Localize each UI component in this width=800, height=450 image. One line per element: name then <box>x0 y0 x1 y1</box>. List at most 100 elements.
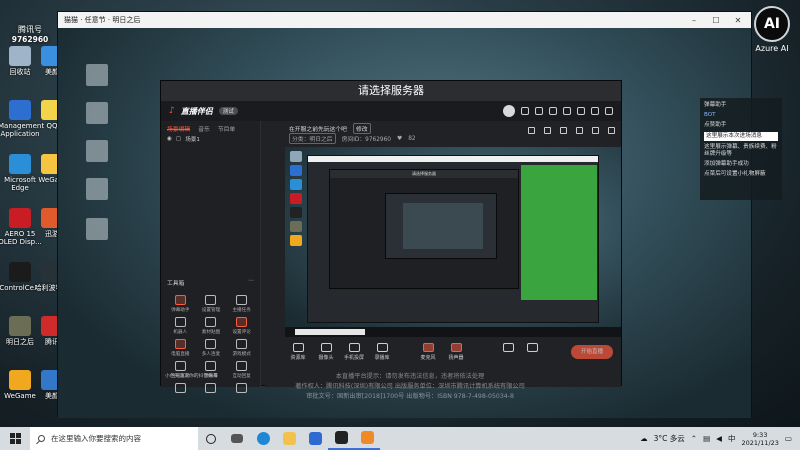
maximize-icon[interactable]: ☐ <box>709 16 723 25</box>
toolbox-item[interactable]: 设置管理 <box>196 295 227 313</box>
weather-text[interactable]: 3°C 多云 <box>654 433 685 444</box>
microphone-button[interactable]: 麦克风 <box>415 343 441 361</box>
toolbox-title: 工具箱 <box>167 281 185 287</box>
danmaku-chat-panel: 弹幕助手 BOT 点赞助手 这里展示本次进场消息 这里展示弹幕、贵族续费、粉丝牌… <box>700 98 782 200</box>
speaker-icon <box>450 343 462 352</box>
tray-expand-icon[interactable]: ⌃ <box>691 434 697 443</box>
chat-line: 添加弹幕助手成功 <box>704 161 749 167</box>
tool-icon <box>174 317 186 327</box>
azure-ai-logo[interactable]: AI Azure AI <box>748 6 796 53</box>
share-icon[interactable] <box>608 127 615 134</box>
app-orange-icon[interactable] <box>354 427 380 450</box>
btool-label: 摄像头 <box>318 355 334 361</box>
desktop-shortcut-icon <box>86 64 108 86</box>
watermark-title: 腾讯号 <box>18 25 42 34</box>
logo-badge: 测试 <box>218 107 238 115</box>
toolbox-item[interactable]: 机器人 <box>165 317 196 335</box>
cortana-icon[interactable] <box>198 427 224 450</box>
app-icon <box>9 262 31 282</box>
app-icon <box>9 100 31 120</box>
video-overlay-text: 本直播平台提示：请勿发布违法信息，违者将依法处理 著作权人：腾讯科技(深圳)有限… <box>130 372 690 402</box>
toolbox-item[interactable]: 游戏模式 <box>226 339 257 357</box>
close-icon[interactable] <box>605 107 613 115</box>
clock[interactable]: 9:33 2021/11/23 <box>741 431 778 447</box>
heart-icon[interactable] <box>549 107 557 115</box>
fullscreen-icon[interactable] <box>576 127 583 134</box>
bell-icon[interactable] <box>592 127 599 134</box>
tool-label: 机器人 <box>173 330 188 335</box>
search-icon <box>38 435 45 442</box>
tool-icon <box>174 295 186 305</box>
store-icon[interactable] <box>302 427 328 450</box>
toolbox-item[interactable]: 电脑直播 <box>165 339 196 357</box>
weather-icon[interactable]: ☁ <box>640 434 648 443</box>
video-window-title: 猫猫 · 任意节 · 明日之后 <box>64 16 141 24</box>
tab-program[interactable]: 节目单 <box>218 124 235 133</box>
heart-outline-icon[interactable] <box>560 127 567 134</box>
ai-logo-icon: AI <box>754 6 790 42</box>
file-explorer-icon[interactable] <box>276 427 302 450</box>
live-preview[interactable]: 请选择服务器 <box>285 147 621 337</box>
tool-icon <box>174 339 186 349</box>
btool-label: 麦克风 <box>420 355 436 361</box>
tool-label: 设置管理 <box>201 308 221 313</box>
preview-taskbar <box>285 327 621 337</box>
volume-icon[interactable]: ◀ <box>716 434 722 443</box>
btool-label: 录播库 <box>374 355 390 361</box>
tool-icon <box>205 361 217 371</box>
sidebar-tabs: 场景编辑 音乐 节目单 <box>161 121 260 133</box>
eye-icon[interactable]: ◉ <box>167 136 172 142</box>
video-window-titlebar: 猫猫 · 任意节 · 明日之后 – ☐ ✕ <box>58 12 751 28</box>
app-logo: 直播伴侣 <box>180 106 213 116</box>
taskbar-search[interactable]: 在这里输入你要搜索的内容 <box>30 427 198 450</box>
video-button[interactable] <box>495 343 521 354</box>
gift-box-icon[interactable] <box>544 127 551 134</box>
avatar[interactable] <box>503 105 515 117</box>
category-tag[interactable]: 分类：明日之后 <box>289 133 336 144</box>
overlay-line: 本直播平台提示：请勿发布违法信息，违者将依法处理 <box>335 373 485 380</box>
minimize-icon[interactable]: – <box>687 16 701 25</box>
app-icon <box>9 316 31 336</box>
tool-icon <box>205 339 217 349</box>
start-button[interactable] <box>0 427 30 450</box>
resource-library-button[interactable]: 资源库 <box>285 343 311 361</box>
toolbox-item[interactable]: 弹幕助手 <box>165 295 196 313</box>
mail-icon[interactable] <box>521 107 529 115</box>
settings-icon[interactable] <box>563 107 571 115</box>
language-indicator[interactable]: 中 <box>728 433 736 444</box>
task-view-icon[interactable] <box>224 427 250 450</box>
toolbox-item[interactable]: 多人连麦 <box>196 339 227 357</box>
live-companion-icon[interactable] <box>328 427 354 450</box>
maximize-icon[interactable] <box>591 107 599 115</box>
folder-icon <box>292 343 304 352</box>
speaker-button[interactable]: 扬声器 <box>443 343 469 361</box>
settings-button[interactable] <box>519 343 545 354</box>
clock-time: 9:33 <box>752 430 768 439</box>
notification-icon[interactable]: ▭ <box>785 434 792 443</box>
edge-icon[interactable] <box>250 427 276 450</box>
start-live-button[interactable]: 开始直播 <box>571 345 613 359</box>
lock-icon[interactable]: ▢ <box>176 136 181 142</box>
windows-logo-icon <box>9 433 21 444</box>
scene-label: 场景1 <box>185 137 200 143</box>
chat-line: 点菜后可设置小礼物屏蔽 <box>704 171 766 177</box>
minimize-icon[interactable] <box>577 107 585 115</box>
azure-ai-label: Azure AI <box>755 44 789 53</box>
clipboard-icon <box>86 218 108 240</box>
app-icon <box>9 370 31 390</box>
scene-item[interactable]: ◉ ▢ 场景1 <box>161 133 260 145</box>
more-icon[interactable]: ⋯ <box>248 278 254 287</box>
toolbox-item[interactable]: 主播任务 <box>226 295 257 313</box>
phone-cast-button[interactable]: 手机投屏 <box>341 343 367 361</box>
toolbox-item[interactable]: 设置评论 <box>226 317 257 335</box>
toolbox-item[interactable]: 素材贴图 <box>196 317 227 335</box>
tab-scene[interactable]: 场景编辑 <box>167 124 191 133</box>
recording-button[interactable]: 录播库 <box>369 343 395 361</box>
network-icon[interactable]: ▤ <box>703 434 710 443</box>
fans-icon: ♥ <box>396 135 403 142</box>
close-icon[interactable]: ✕ <box>731 16 745 25</box>
shop-icon[interactable] <box>528 127 535 134</box>
gift-icon[interactable] <box>535 107 543 115</box>
tab-music[interactable]: 音乐 <box>198 124 210 133</box>
camera-button[interactable]: 摄像头 <box>313 343 339 361</box>
